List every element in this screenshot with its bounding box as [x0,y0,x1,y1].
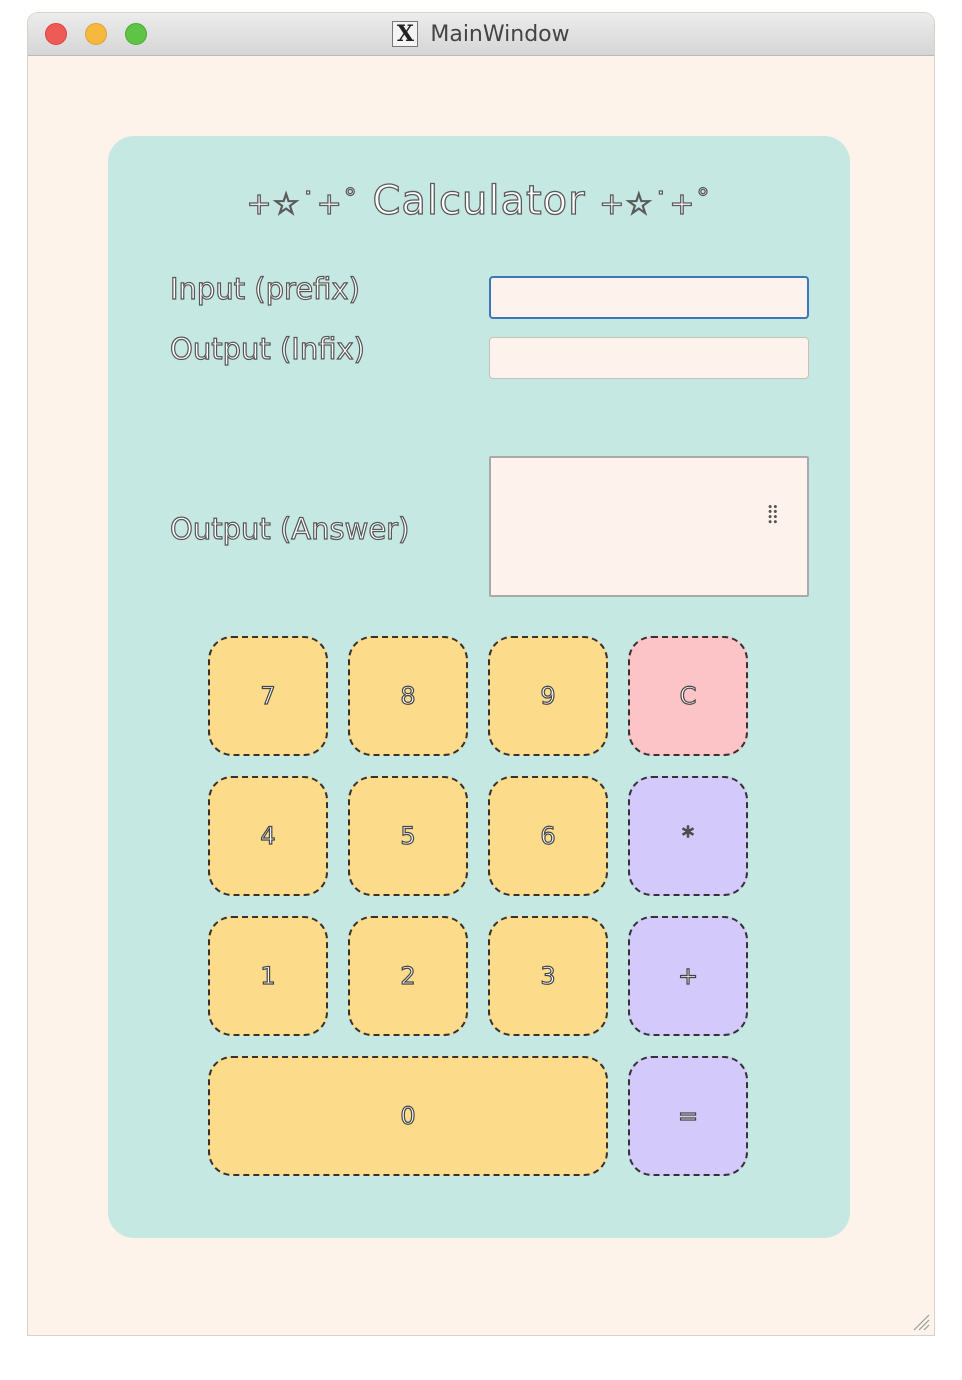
output-infix-label: Output (Infix) [169,331,365,366]
three-button[interactable]: 3 [488,916,608,1036]
title-wrap: X MainWindow [28,13,934,55]
main-window: X MainWindow +☆˙+˚ Calculator +☆˙+˚ Inpu… [28,13,934,1335]
two-button[interactable]: 2 [348,916,468,1036]
input-prefix-label: Input (prefix) [169,271,360,306]
seven-button[interactable]: 7 [208,636,328,756]
window-title: MainWindow [430,21,570,47]
clear-button[interactable]: C [628,636,748,756]
output-answer-label: Output (Answer) [169,511,410,546]
x11-app-icon: X [392,21,419,47]
title-bar[interactable]: X MainWindow [28,13,934,56]
equals-button[interactable]: = [628,1056,748,1176]
calculator-heading: +☆˙+˚ Calculator +☆˙+˚ [108,177,850,224]
plus-button[interactable]: + [628,916,748,1036]
eight-button[interactable]: 8 [348,636,468,756]
nine-button[interactable]: 9 [488,636,608,756]
calculator-title: Calculator [372,177,586,224]
six-button[interactable]: 6 [488,776,608,896]
four-button[interactable]: 4 [208,776,328,896]
calculator-card: +☆˙+˚ Calculator +☆˙+˚ Input (prefix) Ou… [108,136,850,1238]
multiply-button[interactable]: * [628,776,748,896]
resize-grip-icon[interactable] [908,1309,930,1331]
title-decoration-left: +☆˙+˚ [246,186,359,222]
text-cursor-icon: ⁞⁞ [766,500,780,530]
output-answer-display[interactable]: ⁞⁞ [489,456,809,597]
one-button[interactable]: 1 [208,916,328,1036]
title-decoration-right: +☆˙+˚ [599,186,712,222]
five-button[interactable]: 5 [348,776,468,896]
output-infix-field[interactable] [489,337,809,379]
zero-button[interactable]: 0 [208,1056,608,1176]
input-prefix-field[interactable] [489,276,809,319]
